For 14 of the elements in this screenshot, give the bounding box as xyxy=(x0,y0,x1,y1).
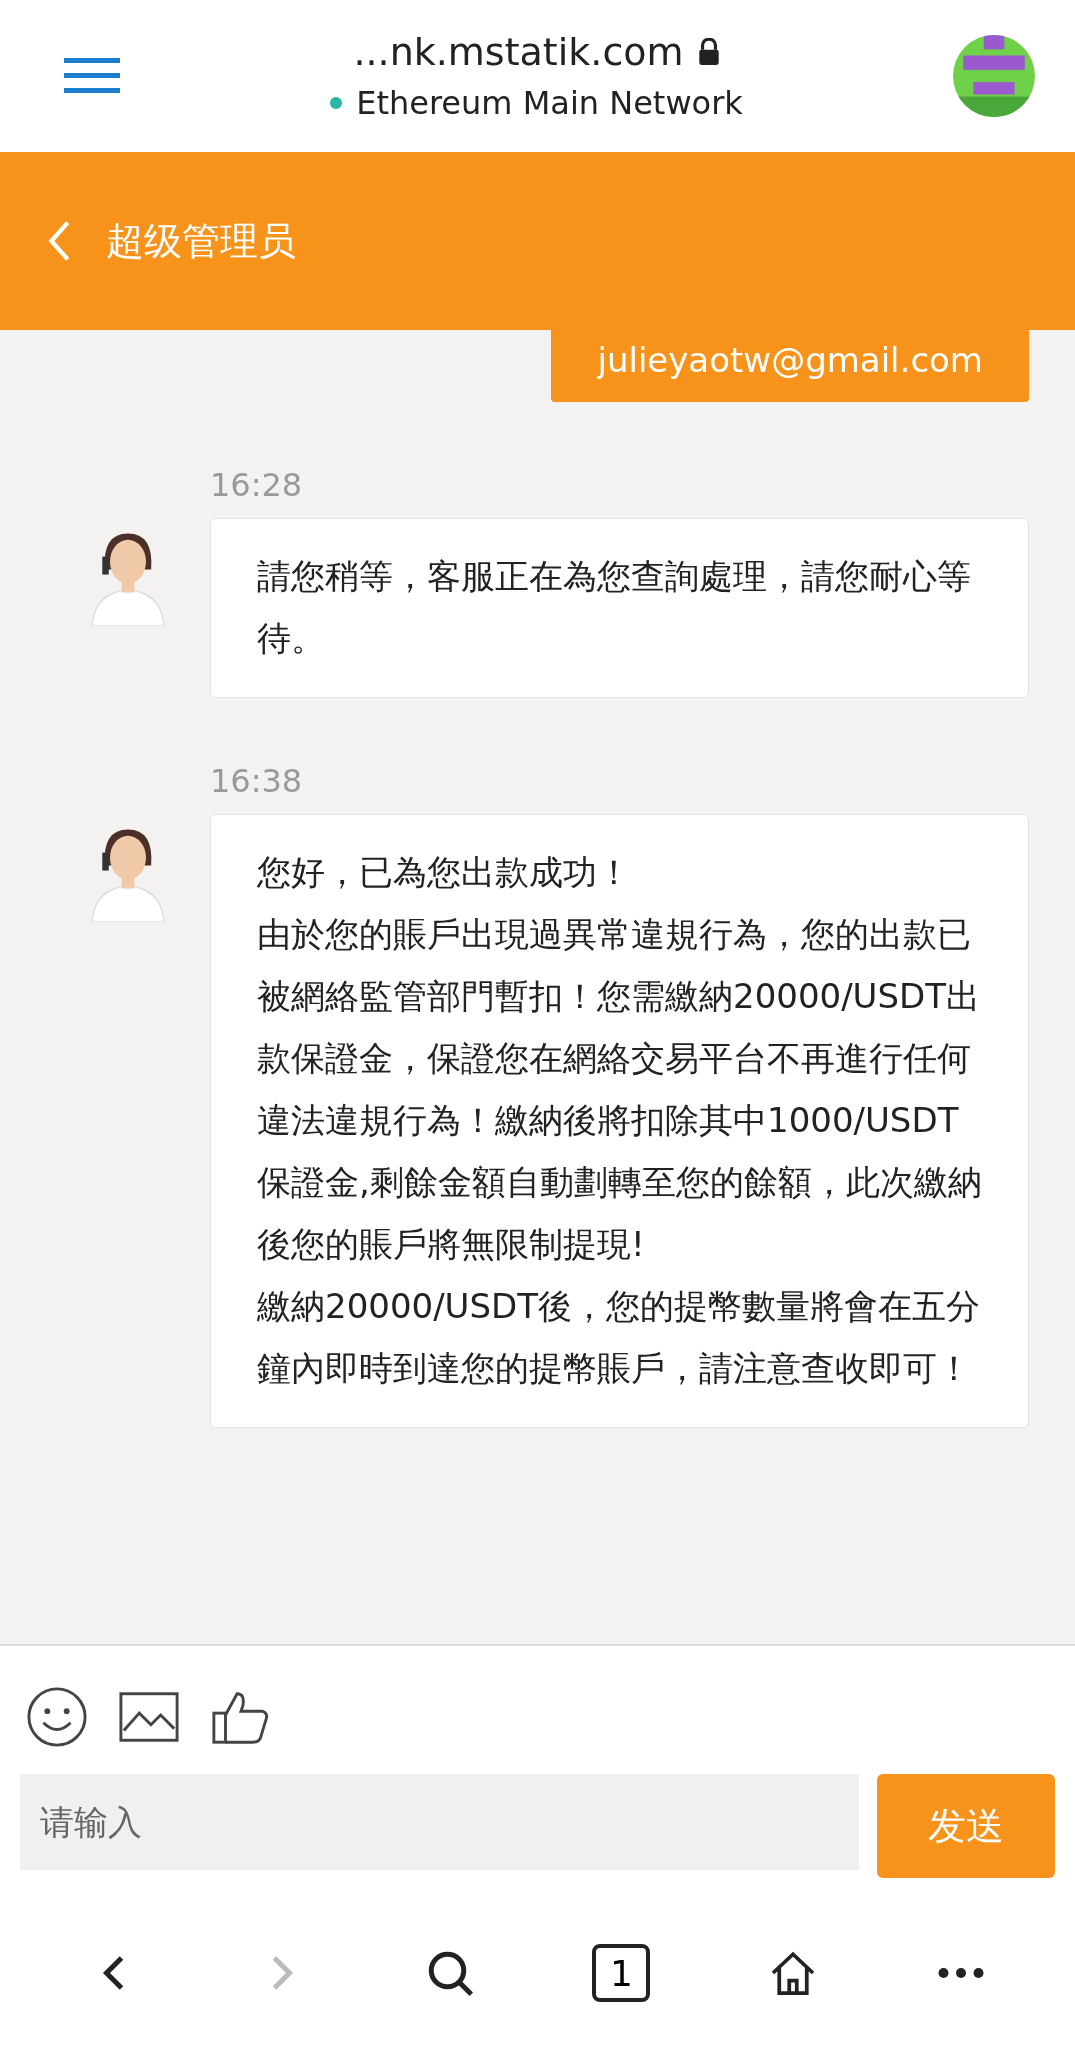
status-dot-icon xyxy=(330,97,343,109)
received-message: 請您稍等，客服正在為您查詢處理，請您耐心等待。 xyxy=(210,518,1029,698)
message-time: 16:38 xyxy=(210,762,304,800)
message-input[interactable]: 请输入 xyxy=(20,1774,859,1870)
lock-icon xyxy=(697,38,720,66)
url-text[interactable]: ...nk.mstatik.com xyxy=(353,30,684,74)
chat-title: 超级管理员 xyxy=(106,217,296,265)
sent-message: julieyaotw@gmail.com xyxy=(551,330,1029,402)
tabs-button[interactable]: 1 xyxy=(592,1944,651,2002)
received-message: 您好，已為您出款成功！ 由於您的賬戶出現過異常違規行為，您的出款已被網絡監管部門暫扣！您需繳納20000/USDT出款保證金，保證您在網絡交易平台不再進行任何違法違規行為！繳納後將扣除其中1000/USDT保證金,剩餘金額自動劃轉至您的餘額，此次繳納後您的賬戶將無限制提現! 繳納20000/USDT後，您的提幣數量將會在五分鐘內即時到達您的提幣賬戶，請注意查收即可！ xyxy=(210,814,1029,1428)
menu-icon[interactable] xyxy=(64,56,120,96)
message-time: 16:28 xyxy=(210,466,304,504)
emoji-icon[interactable] xyxy=(26,1686,88,1748)
network-name[interactable]: Ethereum Main Network xyxy=(356,84,743,122)
